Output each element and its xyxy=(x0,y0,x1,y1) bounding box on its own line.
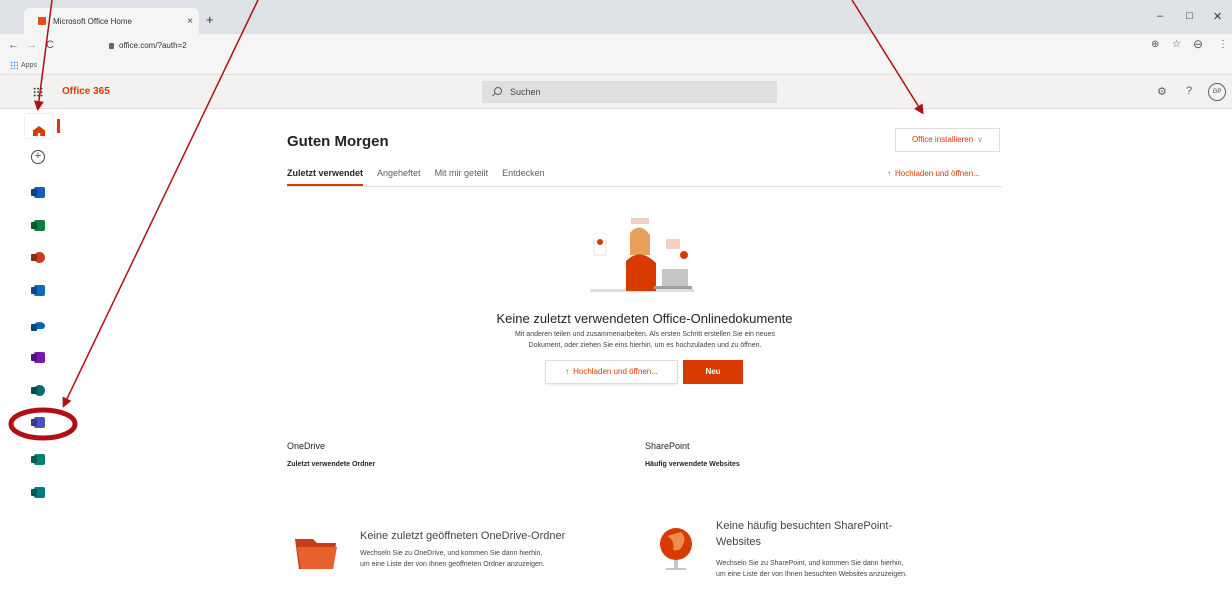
active-indicator xyxy=(57,119,60,133)
onedrive-cloud-icon xyxy=(34,322,45,329)
globe-illustration-icon xyxy=(660,528,692,570)
rail-item-excel[interactable] xyxy=(31,217,47,233)
search-icon xyxy=(494,87,502,95)
screenshot-root: Microsoft Office Home × + – □ ✕ ← → C of… xyxy=(0,0,1232,601)
rail-item-powerpoint[interactable] xyxy=(31,249,47,265)
apps-grid-icon xyxy=(10,61,18,69)
back-button[interactable]: ← xyxy=(8,39,19,51)
tab-pinned[interactable]: Angeheftet xyxy=(377,168,421,186)
tab-close-icon[interactable]: × xyxy=(181,16,199,27)
sharepoint-empty-text: Wechseln Sie zu SharePoint, und kommen S… xyxy=(716,558,907,580)
browser-tab[interactable]: Microsoft Office Home × xyxy=(24,8,199,34)
forward-button[interactable]: → xyxy=(26,39,37,51)
sharepoint-empty-line-1: Wechseln Sie zu SharePoint, und kommen S… xyxy=(716,560,904,567)
apps-label: Apps xyxy=(21,61,37,69)
settings-gear-icon[interactable]: ⚙ xyxy=(1157,85,1167,98)
powerpoint-icon xyxy=(34,252,45,263)
o365-header: Office 365 Suchen ⚙ ? GP xyxy=(0,75,1232,109)
onedrive-empty-line-1: Wechseln Sie zu OneDrive, und kommen Sie… xyxy=(360,550,543,557)
upload-open-label: Hochladen und öffnen... xyxy=(895,169,980,178)
onenote-icon xyxy=(34,352,45,363)
tab-divider xyxy=(287,186,1002,187)
address-bar-row: ← → C office.com/?auth=2 ⊕ ☆ ⊖ ⋮ xyxy=(0,34,1232,58)
new-tab-button[interactable]: + xyxy=(206,12,214,27)
install-office-button[interactable]: Office installieren ∨ xyxy=(895,128,1000,152)
document-tabs: Zuletzt verwendet Angeheftet Mit mir get… xyxy=(287,168,559,186)
upload-icon: ↑ xyxy=(887,169,891,178)
upload-open-link[interactable]: ↑ Hochladen und öffnen... xyxy=(887,169,980,178)
app-rail: + xyxy=(25,109,60,509)
empty-desc-line-1: Mit anderen teilen und zusammenarbeiten.… xyxy=(515,331,775,338)
search-box[interactable]: Suchen xyxy=(482,81,777,103)
rail-item-sway[interactable] xyxy=(31,451,47,467)
tab-shared[interactable]: Mit mir geteilt xyxy=(435,168,489,186)
rail-item-onedrive[interactable] xyxy=(31,316,47,332)
sharepoint-empty-line-2: um eine Liste der von Ihnen besuchten We… xyxy=(716,571,907,578)
bookmarks-bar: Apps xyxy=(0,58,1232,75)
tab-title: Microsoft Office Home xyxy=(53,16,132,26)
profile-icon[interactable]: ⊖ xyxy=(1193,37,1203,51)
sharepoint-empty-title: Keine häufig besuchten SharePoint- Websi… xyxy=(716,520,892,548)
url-text: office.com/?auth=2 xyxy=(119,41,187,50)
browser-menu-icon[interactable]: ⋮ xyxy=(1218,39,1228,50)
lock-icon xyxy=(109,43,114,49)
sway-icon xyxy=(34,454,45,465)
upload-icon: ↑ xyxy=(565,367,570,376)
search-placeholder: Suchen xyxy=(510,87,541,97)
onedrive-subtitle: Zuletzt verwendete Ordner xyxy=(287,461,376,468)
minimize-button[interactable]: – xyxy=(1157,10,1163,22)
app-launcher-icon[interactable] xyxy=(33,87,43,97)
avatar[interactable]: GP xyxy=(1208,83,1226,101)
bookmark-star-icon[interactable]: ☆ xyxy=(1172,39,1181,50)
excel-icon xyxy=(34,220,45,231)
rail-item-sharepoint[interactable] xyxy=(31,382,47,398)
rail-item-outlook[interactable] xyxy=(31,282,47,298)
home-icon xyxy=(33,126,45,136)
forms-icon xyxy=(34,487,45,498)
rail-item-onenote[interactable] xyxy=(31,349,47,365)
upload-open-button[interactable]: ↑ Hochladen und öffnen... xyxy=(545,360,678,384)
tab-discover[interactable]: Entdecken xyxy=(502,168,545,186)
brand-title[interactable]: Office 365 xyxy=(62,86,110,97)
folder-illustration-icon xyxy=(295,539,337,569)
new-button[interactable]: Neu xyxy=(683,360,743,384)
tab-recent[interactable]: Zuletzt verwendet xyxy=(287,168,364,186)
rail-item-word[interactable] xyxy=(31,184,47,200)
chevron-down-icon: ∨ xyxy=(977,135,984,144)
rail-item-teams[interactable] xyxy=(31,414,47,430)
onedrive-empty-text: Wechseln Sie zu OneDrive, und kommen Sie… xyxy=(360,548,545,570)
word-icon xyxy=(34,187,45,198)
sharepoint-empty-title-line-1: Keine häufig besuchten SharePoint- xyxy=(716,520,893,532)
browser-tab-bar: Microsoft Office Home × + – □ ✕ xyxy=(0,0,1232,34)
reload-button[interactable]: C xyxy=(46,39,54,51)
apps-bookmark[interactable]: Apps xyxy=(10,61,37,69)
rail-item-home[interactable] xyxy=(25,114,53,138)
rail-item-forms[interactable] xyxy=(31,484,47,500)
onedrive-title: OneDrive xyxy=(287,441,326,451)
outlook-icon xyxy=(34,285,45,296)
window-close-button[interactable]: ✕ xyxy=(1213,10,1222,23)
empty-state-title: Keine zuletzt verwendeten Office-Onlined… xyxy=(496,311,793,326)
maximize-button[interactable]: □ xyxy=(1186,10,1193,22)
install-label: Office installieren xyxy=(911,135,974,144)
sharepoint-title: SharePoint xyxy=(645,441,690,451)
onedrive-empty-title: Keine zuletzt geöffneten OneDrive-Ordner xyxy=(360,530,566,542)
sharepoint-icon xyxy=(34,385,45,396)
upload-open-button-label: Hochladen und öffnen... xyxy=(573,367,658,376)
empty-state-description: Mit anderen teilen und zusammenarbeiten.… xyxy=(470,329,820,351)
office-favicon-icon xyxy=(38,17,46,25)
onedrive-empty-line-2: um eine Liste der von Ihnen geöffneten O… xyxy=(360,561,545,568)
create-plus-icon[interactable]: + xyxy=(31,150,45,164)
empty-state-illustration xyxy=(590,218,694,292)
url-field[interactable]: office.com/?auth=2 xyxy=(95,38,1125,54)
sharepoint-subtitle: Häufig verwendete Websites xyxy=(645,461,740,468)
teams-icon xyxy=(34,417,45,428)
empty-desc-line-2: Dokument, oder ziehen Sie eins hierhin, … xyxy=(528,342,762,349)
install-app-icon[interactable]: ⊕ xyxy=(1151,39,1159,50)
sharepoint-empty-title-line-2: Websites xyxy=(716,536,762,548)
page-title: Guten Morgen xyxy=(287,133,389,150)
help-icon[interactable]: ? xyxy=(1186,85,1192,97)
